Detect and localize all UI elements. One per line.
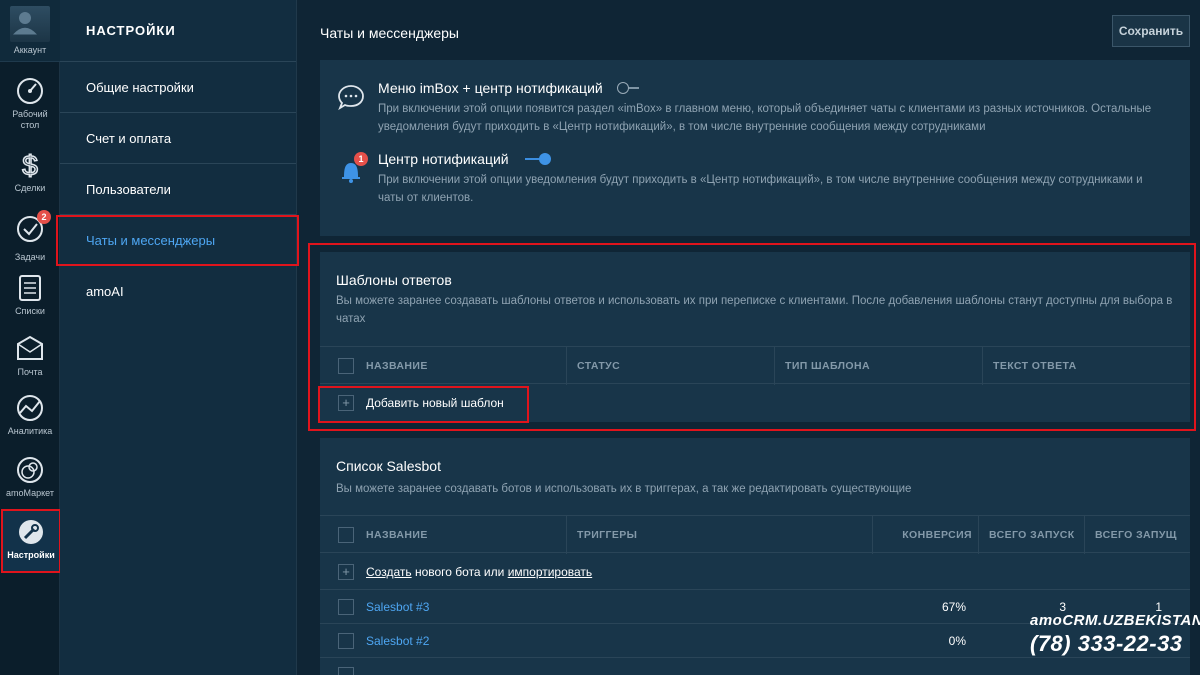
settings-menu: НАСТРОЙКИ Общие настройки Счет и оплата … [56,0,299,675]
column-header[interactable]: ТИП ШАБЛОНА [774,347,982,385]
menu-item-chats[interactable]: Чаты и мессенджеры [56,215,299,266]
imbox-toggle[interactable] [616,82,639,94]
add-template-row[interactable]: + Добавить новый шаблон [320,385,1190,421]
salesbot-description: Вы можете заранее создавать ботов и испо… [336,483,912,495]
column-header[interactable]: ВСЕГО ЗАПУЩ [1084,516,1190,554]
table-row [320,657,1190,675]
notification-center-title: Центр нотификаций [378,151,509,167]
select-all-checkbox[interactable] [338,527,354,543]
tasks-badge: 2 [37,210,51,224]
main-navigation-rail: Аккаунт Рабочий стол $ Сделки 2 Задачи С… [0,0,61,675]
rail-label: Задачи [14,252,46,262]
rail-label: Сделки [14,183,46,193]
salesbot-title: Список Salesbot [336,458,441,474]
column-header[interactable]: НАЗВАНИЕ [366,529,428,541]
reply-templates-panel: Шаблоны ответов Вы можете заранее создав… [320,252,1190,422]
watermark: amoCRM.UZBEKISTAN (78) 333-22-33 [1030,612,1200,657]
bot-conversion: 0% [948,633,966,648]
templates-table-header: НАЗВАНИЕ СТАТУС ТИП ШАБЛОНА ТЕКСТ ОТВЕТА [320,346,1190,385]
add-template-label[interactable]: Добавить новый шаблон [366,396,504,410]
account-button[interactable]: Аккаунт [0,0,60,62]
menu-item-billing[interactable]: Счет и оплата [60,113,296,164]
column-header[interactable]: ТРИГГЕРЫ [566,516,872,554]
notification-center-description: При включении этой опции уведомления буд… [378,174,1143,204]
rail-item-dashboard[interactable]: Рабочий стол [0,76,60,131]
rail-item-settings[interactable]: Настройки [1,509,61,573]
bot-conversion: 67% [941,599,966,614]
salesbot-table-header: НАЗВАНИЕ ТРИГГЕРЫ КОНВЕРСИЯ ВСЕГО ЗАПУСК… [320,515,1190,554]
menu-item-amoai[interactable]: amoAI [60,266,296,317]
market-icon [17,457,43,483]
create-bot-link[interactable]: Создать [366,565,412,579]
notification-center-toggle[interactable] [523,153,551,165]
plus-icon: + [338,564,354,580]
row-checkbox[interactable] [338,632,354,649]
rail-item-tasks[interactable]: 2 Задачи [0,210,60,263]
dashboard-icon [17,78,43,104]
rail-label: Настройки [7,550,55,560]
templates-title: Шаблоны ответов [336,272,452,288]
rail-item-analytics[interactable]: Аналитика [0,393,60,437]
avatar [10,6,50,42]
svg-text:$: $ [22,150,38,180]
account-label: Аккаунт [13,45,47,55]
bot-name-link[interactable]: Salesbot #2 [366,634,429,648]
menu-item-users[interactable]: Пользователи [60,164,296,215]
list-icon [19,275,41,301]
create-bot-text: нового бота или [411,565,508,579]
select-all-checkbox[interactable] [338,358,354,374]
menu-item-general[interactable]: Общие настройки [60,62,296,113]
column-header[interactable]: КОНВЕРСИЯ [872,516,978,554]
rail-label: Списки [15,306,45,316]
row-checkbox[interactable] [338,598,354,615]
page-title: Чаты и мессенджеры [320,25,459,41]
notification-bell: 1 [336,152,368,185]
analytics-icon [17,395,43,421]
imbox-option-title: Меню imBox + центр нотификаций [378,80,603,96]
rail-label: Почта [17,367,43,377]
dollar-icon: $ [21,150,39,180]
main-content: Чаты и мессенджеры Сохранить Меню imBox … [298,0,1200,675]
user-silhouette-icon [13,12,37,35]
watermark-brand: amoCRM.UZBEKISTAN [1030,612,1200,629]
rail-label: Аналитика [7,426,53,436]
mail-icon [17,335,43,360]
save-button[interactable]: Сохранить [1112,15,1190,47]
notifications-panel: Меню imBox + центр нотификаций При включ… [320,60,1190,236]
chat-bubble-icon [338,85,364,111]
rail-item-lists[interactable]: Списки [0,273,60,317]
watermark-phone: (78) 333-22-33 [1030,631,1183,656]
rail-item-deals[interactable]: $ Сделки [0,150,60,194]
rail-label: Рабочий стол [12,109,48,130]
create-bot-row: + Создать нового бота или импортировать [320,554,1190,590]
row-checkbox[interactable] [338,666,354,675]
settings-icon [19,520,43,544]
bot-name-link[interactable]: Salesbot #3 [366,600,429,614]
settings-menu-header: НАСТРОЙКИ [60,0,296,62]
column-header[interactable]: ТЕКСТ ОТВЕТА [982,347,1190,385]
column-header[interactable]: СТАТУС [566,347,774,385]
plus-icon: + [338,395,354,411]
rail-item-market[interactable]: amoМаркет [0,455,60,499]
rail-item-mail[interactable]: Почта [0,334,60,378]
import-bot-link[interactable]: импортировать [508,565,592,579]
imbox-option-description: При включении этой опции появится раздел… [378,103,1152,133]
templates-description: Вы можете заранее создавать шаблоны отве… [336,295,1173,325]
rail-label: amoМаркет [6,488,54,498]
column-header[interactable]: ВСЕГО ЗАПУСК [978,516,1084,554]
notification-badge: 1 [354,152,368,166]
column-header[interactable]: НАЗВАНИЕ [366,360,428,372]
